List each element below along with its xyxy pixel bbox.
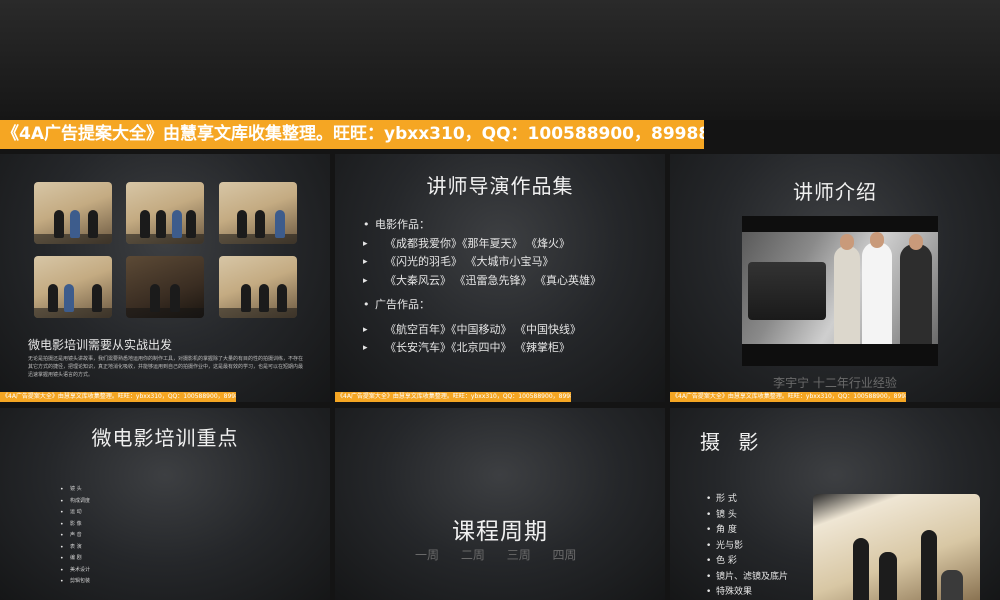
- workshop-photo-2: [126, 182, 204, 244]
- works-list: 电影作品： 《成都我爱你》《那年夏天》 《烽火》 《闪光的羽毛》 《大城市小宝马…: [363, 216, 601, 358]
- photography-item: 形 式: [706, 492, 788, 508]
- focus-item: 构成调度: [60, 496, 90, 508]
- focus-item: 编 剧: [60, 553, 90, 565]
- slide-5-course-cycle[interactable]: 课程周期 一周 二周 三周 四周: [335, 408, 665, 600]
- photography-item: 镜片、滤镜及底片: [706, 570, 788, 586]
- focus-item: 美术设计: [60, 565, 90, 577]
- instructor-caption: 李宇宁 十二年行业经验: [773, 376, 897, 390]
- slide-3-footer-watermark: 《4A广告提案大全》由慧享文库收集整理。旺旺：ybxx310，QQ：100588…: [670, 392, 906, 402]
- slide-5-title: 课程周期: [452, 519, 548, 545]
- slide-2-title: 讲师导演作品集: [426, 174, 574, 198]
- slide-2-director-works[interactable]: 讲师导演作品集 电影作品： 《成都我爱你》《那年夏天》 《烽火》 《闪光的羽毛》…: [335, 154, 665, 402]
- slide-4-title: 微电影培训重点: [91, 426, 239, 450]
- focus-item: 镜 头: [60, 484, 90, 496]
- focus-list: 镜 头 构成调度 运 动 影 像 声 音 表 演 编 剧 美术设计 剪辑包装: [60, 484, 90, 588]
- slide-6-title: 摄 影: [700, 430, 765, 454]
- top-background: [0, 0, 1000, 120]
- ad-heading: 广告作品：: [363, 296, 601, 315]
- slide-1-body: 无论是拍摄还是用镜头讲故事，我们需要熟悉地运用你的制作工具，对摄影机的掌握除了大…: [28, 356, 304, 378]
- slide-6-photography[interactable]: 摄 影 形 式 镜 头 角 度 光与影 色 彩 镜片、滤镜及底片 特殊效果: [670, 408, 1000, 600]
- film-item: 《大秦风云》 《迅雷急先锋》 《真心英雄》: [363, 272, 601, 291]
- workshop-photo-6: [219, 256, 297, 318]
- focus-item: 表 演: [60, 542, 90, 554]
- week-label: 四周: [552, 548, 577, 562]
- photography-item: 色 彩: [706, 554, 788, 570]
- photography-item: 镜 头: [706, 508, 788, 524]
- focus-item: 剪辑包装: [60, 576, 90, 588]
- slide-3-instructor-intro[interactable]: 讲师介绍 李宇宁 十二年行业经验 《4A广告提案大全》由慧享文库收集整理。旺旺：…: [670, 154, 1000, 402]
- photography-list: 形 式 镜 头 角 度 光与影 色 彩 镜片、滤镜及底片 特殊效果: [706, 492, 788, 600]
- focus-item: 声 音: [60, 530, 90, 542]
- workshop-photo-1: [34, 182, 112, 244]
- workshop-photo-4: [34, 256, 112, 318]
- week-label: 一周: [415, 548, 440, 562]
- slide-2-footer-watermark: 《4A广告提案大全》由慧享文库收集整理。旺旺：ybxx310，QQ：100588…: [335, 392, 571, 402]
- photography-item: 光与影: [706, 539, 788, 555]
- ad-item: 《长安汽车》《北京四中》 《辣掌柜》: [363, 339, 601, 358]
- week-label: 三周: [506, 548, 531, 562]
- photography-item: 特殊效果: [706, 585, 788, 600]
- film-item: 《成都我爱你》《那年夏天》 《烽火》: [363, 235, 601, 254]
- focus-item: 影 像: [60, 519, 90, 531]
- photography-item: 角 度: [706, 523, 788, 539]
- slide-4-training-focus[interactable]: 微电影培训重点 镜 头 构成调度 运 动 影 像 声 音 表 演 编 剧 美术设…: [0, 408, 330, 600]
- focus-item: 运 动: [60, 507, 90, 519]
- film-heading: 电影作品：: [363, 216, 601, 235]
- workshop-photo-3: [219, 182, 297, 244]
- slide-1-training-practice[interactable]: 微电影培训需要从实战出发 无论是拍摄还是用镜头讲故事，我们需要熟悉地运用你的制作…: [0, 154, 330, 402]
- watermark-banner: 《4A广告提案大全》由慧享文库收集整理。旺旺：ybxx310，QQ：100588…: [0, 120, 704, 149]
- slide-1-footer-watermark: 《4A广告提案大全》由慧享文库收集整理。旺旺：ybxx310，QQ：100588…: [0, 392, 236, 402]
- ad-item: 《航空百年》《中国移动》 《中国快线》: [363, 321, 601, 340]
- photography-photo: [813, 494, 980, 600]
- weeks-row: 一周 二周 三周 四周: [415, 546, 595, 563]
- film-item: 《闪光的羽毛》 《大城市小宝马》: [363, 253, 601, 272]
- workshop-photo-5: [126, 256, 204, 318]
- slide-3-title: 讲师介绍: [793, 180, 877, 204]
- instructor-photo: [742, 216, 938, 366]
- week-label: 二周: [460, 548, 485, 562]
- slide-1-title: 微电影培训需要从实战出发: [28, 338, 173, 352]
